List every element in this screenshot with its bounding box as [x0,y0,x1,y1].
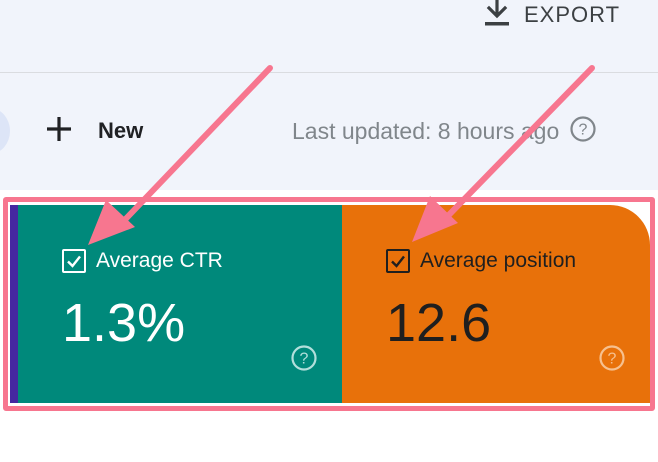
help-icon[interactable]: ? [569,115,597,148]
export-button[interactable]: EXPORT [484,0,620,30]
header-divider [0,72,658,73]
last-updated-text: Last updated: 8 hours ago [292,117,560,144]
new-button[interactable]: New [44,112,143,150]
export-label: EXPORT [524,2,621,27]
highlight-box [3,197,655,411]
svg-text:?: ? [579,121,588,138]
download-icon [484,0,510,33]
last-updated: Last updated: 8 hours ago ? [292,114,597,148]
new-label: New [98,118,144,143]
plus-icon [44,114,74,149]
